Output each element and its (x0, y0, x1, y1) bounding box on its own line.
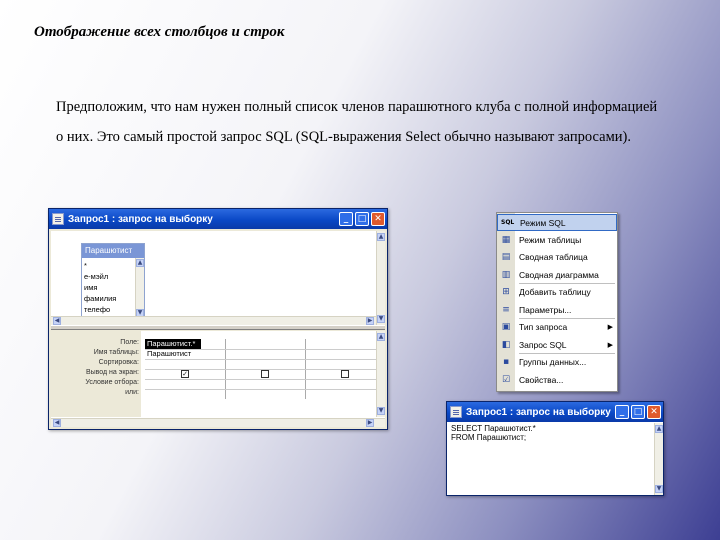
parameters-icon: ≡ (502, 304, 510, 315)
datasheet-icon: ▦ (501, 234, 511, 245)
close-button[interactable]: ✕ (371, 212, 385, 226)
menu-item-label: Добавить таблицу (519, 287, 591, 297)
grid-hscrollbar[interactable]: ◀ ▶ (51, 418, 385, 427)
grid-row-label: Поле: (120, 339, 139, 346)
query-icon (52, 213, 64, 225)
maximize-button[interactable]: □ (631, 405, 645, 419)
pane-splitter[interactable] (51, 325, 385, 330)
scroll-up-arrow[interactable]: ▲ (136, 259, 144, 267)
show-checkbox-3[interactable] (341, 370, 349, 378)
menu-item[interactable]: ▣ Тип запроса ▶ (497, 319, 617, 336)
maximize-button[interactable]: □ (355, 212, 369, 226)
pivot-table-icon: ▤ (501, 252, 511, 262)
scroll-right-arrow[interactable]: ▶ (366, 419, 374, 427)
add-table-icon: ⊞ (502, 287, 510, 297)
sql-line-2: FROM Парашютист; (451, 433, 527, 442)
menu-item[interactable]: ▪ Группы данных... (497, 354, 617, 371)
menu-item-label: Тип запроса (519, 322, 568, 332)
submenu-arrow-icon: ▶ (607, 324, 613, 331)
minimize-button[interactable]: _ (339, 212, 353, 226)
table-field-item[interactable]: * (84, 260, 136, 271)
field-list-scrollbar[interactable]: ▲ ▼ (135, 258, 144, 318)
data-groups-icon: ▪ (502, 357, 510, 367)
menu-item-label: Свойства... (519, 374, 564, 385)
menu-item[interactable]: ▥ Сводная диаграмма (497, 267, 617, 284)
show-checkbox-2[interactable] (261, 370, 269, 378)
scroll-up-arrow[interactable]: ▲ (655, 425, 663, 433)
table-field-item[interactable]: фамилия (84, 293, 136, 304)
menu-item[interactable]: ▦ Режим таблицы (497, 232, 617, 249)
menu-item-label: Группы данных... (519, 357, 587, 367)
sql-icon: SQL (501, 219, 515, 226)
query-design-titlebar[interactable]: Запрос1 : запрос на выборку _ □ ✕ (49, 209, 387, 229)
grid-row-label: Имя таблицы: (93, 349, 139, 356)
menu-item-label: Режим таблицы (519, 234, 582, 245)
menu-item[interactable]: SQL Режим SQL (497, 214, 617, 231)
scroll-up-arrow[interactable]: ▲ (377, 333, 385, 341)
menu-item-label: Режим SQL (520, 218, 566, 228)
sql-line-1: SELECT Парашютист.* (451, 424, 536, 433)
menu-item-label: Запрос SQL (519, 339, 567, 350)
grid-row-labels: Поле: Имя таблицы: Сортировка: Вывод на экр… (51, 331, 141, 417)
slide-title: Отображение всех столбцов и строк (34, 24, 285, 40)
table-box-title: Парашютист (82, 244, 144, 258)
scroll-up-arrow[interactable]: ▲ (377, 233, 385, 241)
scroll-right-arrow[interactable]: ▶ (366, 317, 374, 325)
scroll-left-arrow[interactable]: ◀ (53, 419, 61, 427)
minimize-button[interactable]: _ (615, 405, 629, 419)
grid-columns: Парашютист.* Парашютист ✓ (145, 339, 377, 399)
grid-row-label: Вывод на экран: (85, 369, 139, 376)
menu-item[interactable]: ⊞ Добавить таблицу (497, 284, 617, 301)
table-box[interactable]: Парашютист * е-мэйл имя фамилия телефо ▲ ▼ (81, 243, 145, 319)
sql-query-icon: ◧ (501, 339, 511, 350)
grid-row-divider (145, 359, 377, 360)
sql-text-area[interactable]: SELECT Парашютист.* FROM Парашютист; (451, 424, 651, 492)
menu-item[interactable]: ▤ Сводная таблица (497, 249, 617, 266)
table-pane-scrollbar[interactable]: ▲ ▼ (376, 231, 385, 325)
window-title: Запрос1 : запрос на выборку (68, 213, 213, 225)
table-pane: Парашютист * е-мэйл имя фамилия телефо ▲ ▼ ▲… (51, 231, 385, 325)
menu-item-label: Сводная диаграмма (519, 269, 599, 280)
close-button[interactable]: ✕ (647, 405, 661, 419)
pivot-chart-icon: ▥ (501, 269, 511, 280)
menu-item[interactable]: ≡ Параметры... (497, 302, 617, 319)
sql-scrollbar[interactable]: ▲ ▼ (654, 423, 663, 495)
properties-icon: ☑ (501, 374, 511, 385)
grid-row-divider (145, 389, 377, 390)
view-menu: SQL Режим SQL ▦ Режим таблицы ▤ Сводная табли… (496, 212, 618, 392)
sql-view-window: Запрос1 : запрос на выборку _ □ ✕ SELECT… (446, 401, 664, 496)
show-checkbox-1[interactable]: ✓ (181, 370, 189, 378)
scroll-down-arrow[interactable]: ▼ (655, 485, 663, 493)
table-field-item[interactable]: телефо (84, 304, 136, 315)
slide-paragraph: Предположим, что нам нужен полный список… (56, 99, 658, 145)
menu-item[interactable]: ◧ Запрос SQL ▶ (497, 337, 617, 354)
grid-row-label: Условие отбора: (85, 379, 139, 386)
scroll-down-arrow[interactable]: ▼ (377, 407, 385, 415)
grid-scrollbar[interactable]: ▲ ▼ (376, 331, 385, 417)
query-icon (450, 406, 462, 418)
menu-item-label: Параметры... (519, 304, 572, 315)
grid-row-label: Сортировка: (98, 359, 139, 366)
field-cell-selected[interactable]: Парашютист.* (145, 339, 201, 349)
grid-row-divider (145, 379, 377, 380)
query-type-icon: ▣ (501, 322, 511, 332)
design-grid: Поле: Имя таблицы: Сортировка: Вывод на экр… (51, 331, 385, 427)
menu-item-label: Сводная таблица (519, 252, 588, 262)
grid-row-label: или: (125, 389, 139, 396)
table-pane-hscrollbar[interactable]: ◀ ▶ (51, 316, 376, 325)
field-list: * е-мэйл имя фамилия телефо (84, 260, 136, 315)
window-title: Запрос1 : запрос на выборку (466, 406, 611, 418)
scroll-left-arrow[interactable]: ◀ (53, 317, 61, 325)
scroll-down-arrow[interactable]: ▼ (377, 315, 385, 323)
table-field-item[interactable]: имя (84, 282, 136, 293)
query-design-window: Запрос1 : запрос на выборку _ □ ✕ Парашю… (48, 208, 388, 430)
sql-window-titlebar[interactable]: Запрос1 : запрос на выборку _ □ ✕ (447, 402, 663, 422)
table-name-cell[interactable]: Парашютист (145, 349, 223, 359)
submenu-arrow-icon: ▶ (607, 341, 613, 349)
menu-item[interactable]: ☑ Свойства... (497, 372, 617, 389)
table-field-item[interactable]: е-мэйл (84, 271, 136, 282)
